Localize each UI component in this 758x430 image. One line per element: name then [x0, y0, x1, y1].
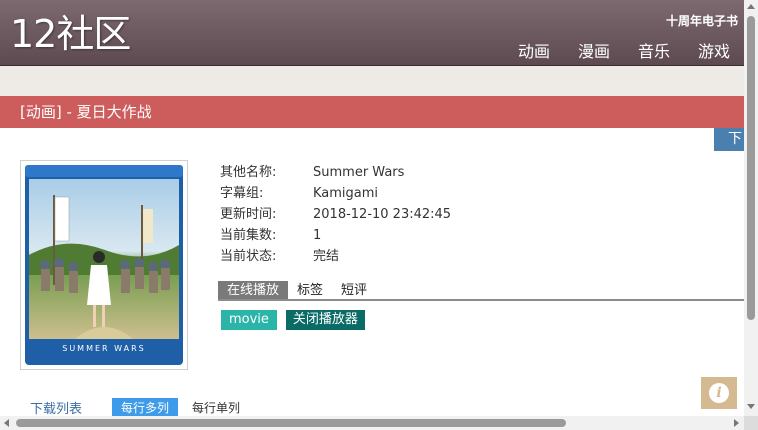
scroll-up-icon[interactable]	[747, 4, 755, 9]
nav-anime[interactable]: 动画	[518, 38, 550, 62]
download-list-bar: 下载列表 每行多列 每行单列	[30, 398, 254, 417]
info-value: 完结	[313, 249, 340, 264]
download-tab[interactable]: 下	[714, 128, 744, 151]
single-column-button[interactable]: 每行单列	[178, 398, 254, 417]
nav-games[interactable]: 游戏	[698, 38, 730, 62]
poster-image: SUMMER WARS	[20, 160, 188, 370]
info-row-alt-name: 其他名称: Summer Wars	[220, 162, 451, 183]
scroll-down-icon[interactable]	[747, 404, 755, 409]
info-value: Summer Wars	[313, 165, 405, 180]
info-row-subtitle-group: 字幕组: Kamigami	[220, 183, 451, 204]
tab-online-play[interactable]: 在线播放	[218, 281, 289, 299]
poster-caption: SUMMER WARS	[62, 344, 145, 353]
info-panel: 其他名称: Summer Wars 字幕组: Kamigami 更新时间: 20…	[220, 162, 451, 267]
info-key: 其他名称:	[220, 165, 277, 180]
anniversary-ebook-link[interactable]: 十周年电子书	[666, 12, 738, 29]
page-title: [动画] - 夏日大作战	[0, 96, 744, 128]
info-key: 字幕组:	[220, 186, 264, 201]
multi-column-button[interactable]: 每行多列	[112, 398, 179, 417]
horizontal-scrollbar[interactable]	[0, 416, 744, 430]
horizontal-scroll-thumb[interactable]	[16, 419, 566, 427]
info-icon: i	[709, 383, 729, 403]
site-logo[interactable]: 12社区	[10, 12, 131, 56]
nav-comics[interactable]: 漫画	[578, 38, 610, 62]
vertical-scroll-thumb[interactable]	[747, 16, 755, 320]
info-row-status: 当前状态: 完结	[220, 246, 451, 267]
info-value: 1	[313, 228, 322, 243]
tab-tags[interactable]: 标签	[288, 281, 332, 299]
top-nav: 动画 漫画 音乐 游戏	[518, 38, 730, 62]
scrollbar-corner	[744, 416, 758, 430]
info-row-updated: 更新时间: 2018-12-10 23:42:45	[220, 204, 451, 225]
movie-button[interactable]: movie	[221, 310, 277, 330]
content-tabs: 在线播放 标签 短评	[218, 281, 744, 301]
info-key: 当前集数:	[220, 228, 277, 243]
scroll-left-icon[interactable]	[4, 419, 9, 427]
download-list-link[interactable]: 下载列表	[30, 398, 82, 417]
sub-header-band	[0, 66, 744, 96]
info-row-episodes: 当前集数: 1	[220, 225, 451, 246]
tab-reviews[interactable]: 短评	[332, 281, 376, 299]
info-value: 2018-12-10 23:42:45	[313, 207, 452, 222]
info-button[interactable]: i	[701, 377, 737, 409]
vertical-scrollbar[interactable]	[744, 0, 758, 430]
info-key: 当前状态:	[220, 249, 277, 264]
nav-music[interactable]: 音乐	[638, 38, 670, 62]
player-buttons: movie 关闭播放器	[221, 310, 365, 330]
close-player-button[interactable]: 关闭播放器	[285, 310, 365, 330]
scroll-right-icon[interactable]	[734, 419, 739, 427]
site-header: 12社区 十周年电子书 动画 漫画 音乐 游戏	[0, 0, 744, 66]
info-value: Kamigami	[313, 186, 379, 201]
info-key: 更新时间:	[220, 207, 277, 222]
